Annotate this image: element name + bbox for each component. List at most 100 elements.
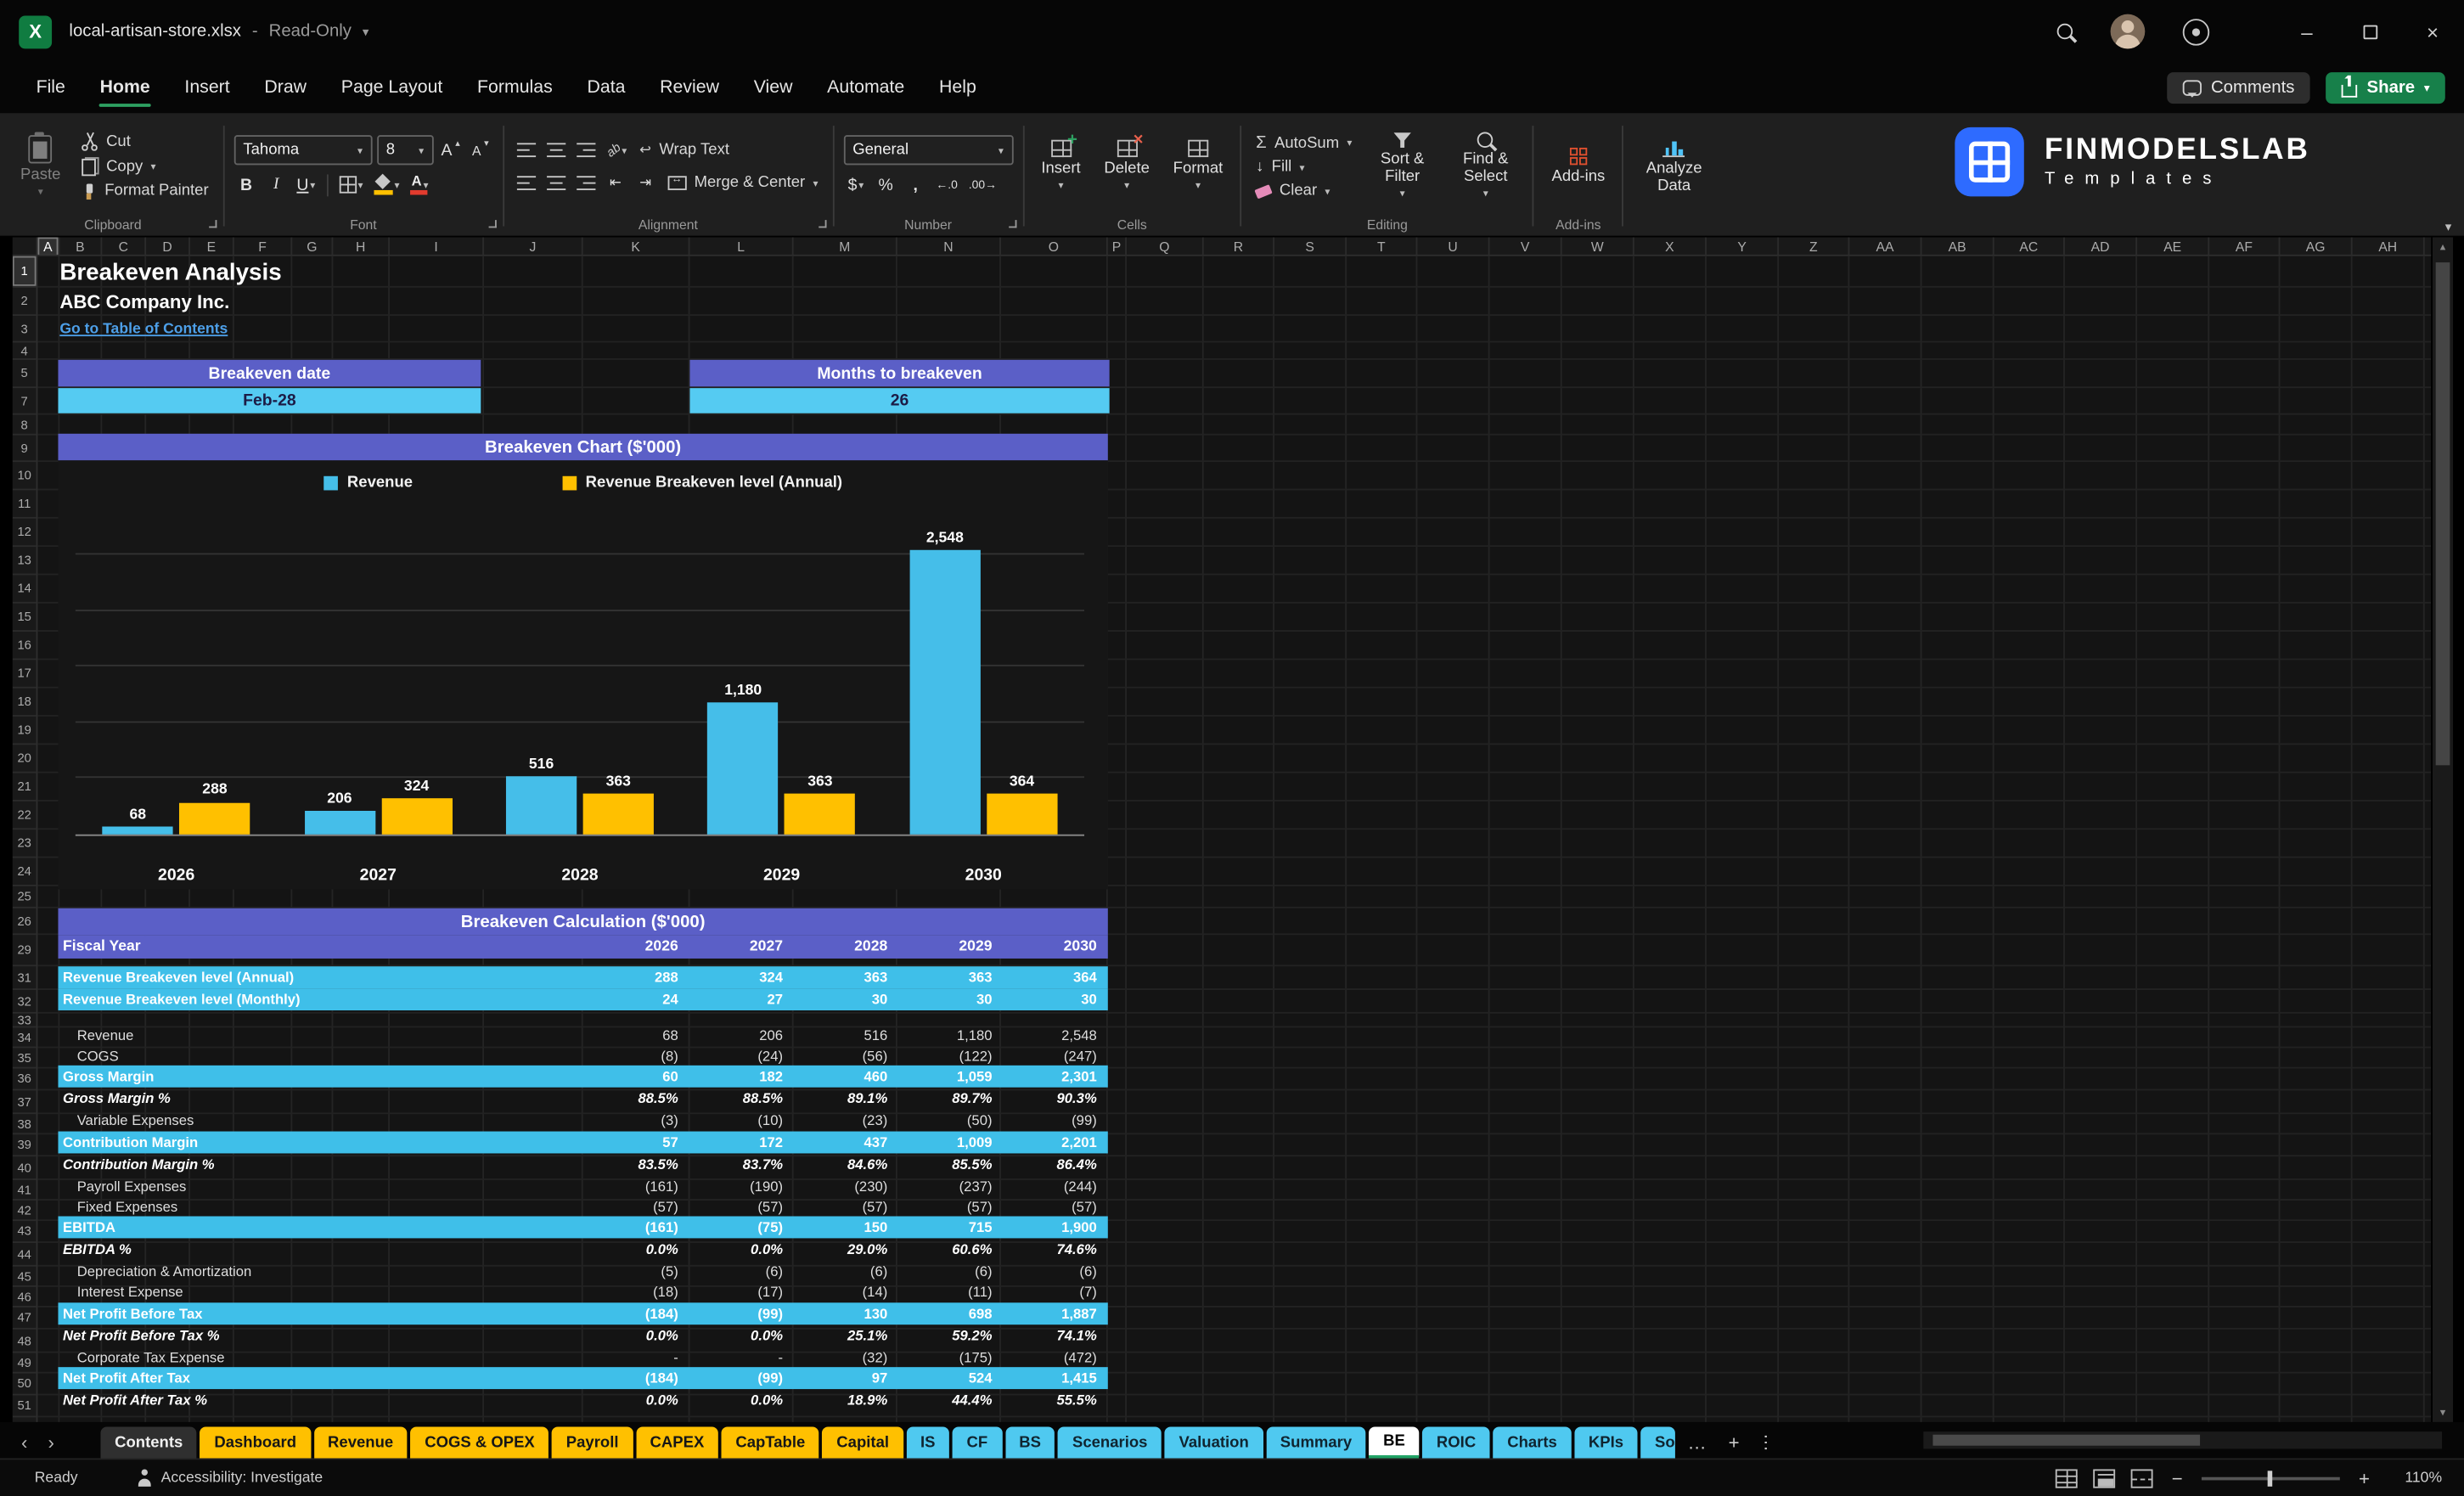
page-break-view-button[interactable] [2131,1469,2153,1488]
cell[interactable]: 715 [898,1219,1003,1235]
row-header-23[interactable]: 23 [13,830,37,858]
align-middle-button[interactable] [543,137,569,163]
format-painter-button[interactable]: Format Painter [76,181,213,201]
cell[interactable]: (6) [689,1263,794,1279]
menu-tab-view[interactable]: View [736,68,809,109]
sheet-tab-contents[interactable]: Contents [100,1426,197,1458]
cell[interactable]: (57) [689,1198,794,1214]
row-header-11[interactable]: 11 [13,490,37,518]
align-left-button[interactable] [514,170,539,196]
cell[interactable]: (99) [689,1370,794,1386]
row-header-51[interactable]: 51 [13,1395,37,1417]
column-header-AC[interactable]: AC [1994,237,2065,256]
column-header-V[interactable]: V [1490,237,1562,256]
add-ins-button[interactable]: Add-ins [1544,144,1612,189]
cell[interactable]: 1,415 [1003,1370,1107,1386]
row-header-46[interactable]: 46 [13,1287,37,1308]
avatar[interactable] [2111,14,2146,49]
sheet-tab-cf[interactable]: CF [953,1426,1002,1458]
cell[interactable]: 1,900 [1003,1219,1107,1235]
row-header-36[interactable]: 36 [13,1069,37,1091]
scroll-down-icon[interactable]: ▾ [2433,1403,2453,1422]
row-header-48[interactable]: 48 [13,1330,37,1353]
sheet-tab-captable[interactable]: CapTable [722,1426,819,1458]
calc-row-net-profit-after-tax[interactable]: Net Profit After Tax %0.0%0.0%18.9%44.4%… [58,1389,1107,1412]
normal-view-button[interactable] [2056,1469,2078,1488]
sheet-tab-roic[interactable]: ROIC [1422,1426,1490,1458]
cell[interactable]: (11) [898,1284,1003,1300]
cell[interactable]: 85.5% [898,1156,1003,1173]
bold-button[interactable]: B [233,172,259,198]
font-size-select[interactable]: 8 ▾ [377,135,434,165]
dialog-launcher-icon[interactable] [819,220,826,228]
row-header-47[interactable]: 47 [13,1308,37,1330]
zoom-in-button[interactable]: + [2355,1467,2372,1489]
column-header-U[interactable]: U [1417,237,1489,256]
sort-filter-button[interactable]: Sort & Filter ▾ [1364,130,1440,204]
align-bottom-button[interactable] [573,137,599,163]
cell[interactable]: 524 [898,1370,1003,1386]
cell[interactable]: (247) [1003,1048,1107,1064]
column-header-R[interactable]: R [1204,237,1274,256]
fill-color-button[interactable]: ▾ [371,172,403,198]
cell[interactable]: (7) [1003,1284,1107,1300]
zoom-slider[interactable] [2202,1476,2340,1480]
cell[interactable]: 90.3% [1003,1091,1107,1107]
search-icon[interactable] [2057,24,2073,40]
row-header-5[interactable]: 5 [13,360,37,388]
calc-row-net-profit-before-tax[interactable]: Net Profit Before Tax %0.0%0.0%25.1%59.2… [58,1324,1107,1347]
accounting-format-button[interactable]: $▾ [843,172,869,198]
cell[interactable]: (244) [1003,1178,1107,1194]
next-sheet-button[interactable]: › [39,1426,63,1458]
new-sheet-button[interactable]: + [1719,1426,1749,1458]
column-header-Q[interactable]: Q [1127,237,1204,256]
cell[interactable]: (8) [584,1048,689,1064]
sheet-tab-kpis[interactable]: KPIs [1574,1426,1637,1458]
calc-row-gross-margin[interactable]: Gross Margin %88.5%88.5%89.1%89.7%90.3% [58,1088,1107,1111]
cell[interactable]: 27 [689,992,794,1008]
cell[interactable]: 1,009 [898,1133,1003,1150]
row-header-12[interactable]: 12 [13,519,37,547]
calc-row-depreciation-amortization[interactable]: Depreciation & Amortization(5)(6)(6)(6)(… [58,1261,1107,1281]
cell[interactable]: 68 [584,1026,689,1043]
number-format-select[interactable]: General ▾ [843,135,1013,165]
cell[interactable]: 24 [584,992,689,1008]
vertical-scrollbar[interactable]: ▴ ▾ [2433,237,2453,1421]
cell[interactable]: 324 [689,970,794,986]
calc-row-contribution-margin[interactable]: Contribution Margin571724371,0092,201 [58,1131,1107,1153]
cell[interactable]: - [584,1349,689,1365]
row-header-13[interactable]: 13 [13,547,37,575]
cell[interactable]: (175) [898,1349,1003,1365]
cell[interactable]: 698 [898,1305,1003,1321]
zoom-out-button[interactable]: − [2169,1467,2186,1489]
autosum-button[interactable]: ΣAutoSum▾ [1252,132,1357,154]
menu-tab-formulas[interactable]: Formulas [460,68,570,109]
cell[interactable]: (75) [689,1219,794,1235]
cell[interactable]: (161) [584,1178,689,1194]
menu-tab-insert[interactable]: Insert [167,68,247,109]
sheet-tab-be[interactable]: BE [1370,1426,1420,1458]
breakeven-chart[interactable]: RevenueRevenue Breakeven level (Annual) … [58,460,1107,889]
row-header-1[interactable]: 1 [13,256,37,288]
cell[interactable]: (57) [584,1198,689,1214]
comments-button[interactable]: Comments [2167,72,2310,104]
increase-font-size-button[interactable]: A▴ [438,137,464,163]
cell[interactable]: 206 [689,1026,794,1043]
column-header-T[interactable]: T [1347,237,1417,256]
sheet-tab-bs[interactable]: BS [1005,1426,1055,1458]
row-header-31[interactable]: 31 [13,966,37,990]
row-header-2[interactable]: 2 [13,288,37,316]
cell[interactable]: 437 [794,1133,898,1150]
cell[interactable]: (230) [794,1178,898,1194]
row-header-42[interactable]: 42 [13,1201,37,1221]
row-header-35[interactable]: 35 [13,1048,37,1068]
sheet-tab-capex[interactable]: CAPEX [636,1426,718,1458]
underline-button[interactable]: U▾ [294,172,319,198]
share-button[interactable]: Share ▾ [2326,72,2444,104]
calc-row-net-profit-after-tax[interactable]: Net Profit After Tax(184)(99)975241,415 [58,1367,1107,1389]
file-menu-chevron-icon[interactable]: ▾ [363,25,368,39]
column-header-I[interactable]: I [390,237,484,256]
align-top-button[interactable] [514,137,539,163]
row-header-20[interactable]: 20 [13,745,37,773]
column-header-AH[interactable]: AH [2353,237,2425,256]
